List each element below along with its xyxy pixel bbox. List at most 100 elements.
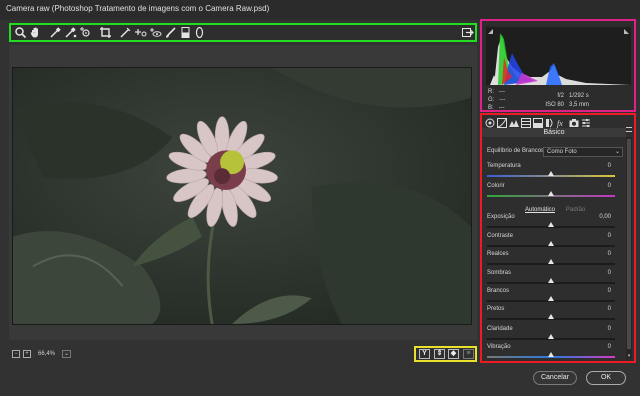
highlight-clipping-icon[interactable] — [624, 29, 629, 34]
color-sampler-icon[interactable] — [64, 26, 77, 39]
slider-thumb[interactable] — [548, 314, 554, 319]
adjustment-row: Contraste 0 — [487, 233, 617, 253]
adjustment-label: Colorir — [487, 183, 505, 189]
spot-removal-icon[interactable] — [134, 26, 147, 39]
graduated-filter-icon[interactable] — [179, 26, 192, 39]
export-icon[interactable] — [461, 26, 474, 39]
adjustment-value[interactable]: 0 — [608, 163, 611, 169]
radial-filter-icon[interactable] — [193, 26, 206, 39]
panel-menu-icon[interactable] — [626, 127, 632, 132]
slider-thumb[interactable] — [548, 191, 554, 196]
slider-thumb[interactable] — [548, 296, 554, 301]
default-link[interactable]: Padrão — [566, 207, 585, 213]
camera-calibration-tab-icon[interactable] — [569, 118, 579, 128]
adjustment-value[interactable]: 0 — [608, 233, 611, 239]
zoom-icon[interactable] — [14, 26, 27, 39]
adjustment-row: Brancos 0 — [487, 288, 617, 308]
slider-thumb[interactable] — [548, 241, 554, 246]
histogram — [486, 27, 631, 85]
straighten-icon[interactable] — [119, 26, 132, 39]
lens-corrections-tab-icon[interactable] — [545, 118, 555, 128]
adjustment-value[interactable]: 0,00 — [599, 214, 611, 220]
adjustment-value[interactable]: 0 — [608, 288, 611, 294]
swap-settings-icon[interactable]: ⇕ — [434, 349, 445, 359]
chevron-down-icon: ⌄ — [614, 149, 620, 155]
adjustment-value[interactable]: 0 — [608, 306, 611, 312]
adjustment-value[interactable]: 0 — [608, 344, 611, 350]
zoom-dropdown-icon[interactable]: ⌄ — [62, 350, 71, 358]
slider-thumb[interactable] — [548, 352, 554, 357]
adjustment-label: Claridade — [487, 326, 513, 332]
adjustment-row: Colorir 0 — [487, 183, 617, 203]
detail-tab-icon[interactable] — [509, 118, 519, 128]
aperture: f/2 — [557, 93, 564, 99]
effects-tab-icon[interactable]: fx — [557, 118, 567, 128]
adjustment-label: Brancos — [487, 288, 510, 294]
slider-thumb[interactable] — [548, 222, 554, 227]
adjustment-label: Pretos — [487, 306, 505, 312]
before-after-toggle-icon[interactable]: Y — [419, 349, 430, 359]
camera-info: f/2 1/292 s ISO 80 3,5 mm — [538, 92, 589, 110]
ok-button[interactable]: OK — [586, 371, 626, 385]
adjustment-value[interactable]: 0 — [608, 183, 611, 189]
adjustments-panel: fx Básico Equilíbrio de Brancos: Como Fo… — [480, 113, 636, 363]
histogram-panel: R: --- G: --- B: --- f/2 1/292 s ISO 80 … — [480, 19, 636, 112]
toolbar — [9, 23, 477, 42]
adjustment-row: Vibração 0 — [487, 344, 617, 364]
adjustment-row: Realces 0 — [487, 251, 617, 271]
g-value: --- — [499, 97, 506, 103]
slider-thumb[interactable] — [548, 171, 554, 176]
b-value: --- — [498, 105, 505, 111]
b-label: B: — [488, 105, 494, 111]
hand-icon[interactable] — [29, 26, 42, 39]
tone-curve-tab-icon[interactable] — [497, 118, 507, 128]
copy-settings-icon[interactable]: ◆ — [448, 349, 459, 359]
adjustment-value[interactable]: 0 — [608, 326, 611, 332]
adjustment-row: Claridade 0 — [487, 326, 617, 346]
white-balance-row: Equilíbrio de Brancos: Como Foto ⌄ — [487, 147, 627, 157]
zoom-out-button[interactable]: − — [12, 350, 20, 358]
title-bar: Camera raw (Photoshop Tratamento de imag… — [0, 0, 640, 20]
section-title: Básico — [482, 128, 626, 137]
rgb-readout: R: --- G: --- B: --- — [488, 88, 505, 112]
presets-tab-icon[interactable] — [581, 118, 591, 128]
scroll-thumb[interactable] — [627, 139, 631, 349]
adjustment-label: Sombras — [487, 270, 512, 276]
iso: ISO 80 — [545, 102, 564, 108]
adjustment-label: Realces — [487, 251, 509, 257]
shutter-speed: 1/292 s — [569, 93, 589, 99]
window-title: Camera raw (Photoshop Tratamento de imag… — [6, 4, 270, 13]
hsl-tab-icon[interactable] — [521, 118, 531, 128]
adjustment-value[interactable]: 0 — [608, 270, 611, 276]
shadow-clipping-icon[interactable] — [488, 29, 493, 34]
red-eye-icon[interactable] — [149, 26, 162, 39]
panel-scrollbar[interactable]: ▾ — [626, 137, 632, 359]
toggle-default-icon[interactable]: ≡ — [463, 349, 474, 359]
slider-thumb[interactable] — [548, 334, 554, 339]
r-label: R: — [488, 89, 494, 95]
split-toning-tab-icon[interactable] — [533, 118, 543, 128]
image-preview[interactable] — [12, 67, 472, 325]
targeted-adjustment-icon[interactable] — [79, 26, 92, 39]
adjustment-label: Contraste — [487, 233, 514, 239]
adjustment-label: Vibração — [487, 344, 511, 350]
adjustment-value[interactable]: 0 — [608, 251, 611, 257]
zoom-in-button[interactable]: + — [23, 350, 31, 358]
slider-thumb[interactable] — [548, 259, 554, 264]
white-balance-select[interactable]: Como Foto ⌄ — [543, 147, 623, 157]
crop-icon[interactable] — [99, 26, 112, 39]
white-balance-icon[interactable] — [49, 26, 62, 39]
white-balance-label: Equilíbrio de Brancos: — [487, 148, 546, 154]
zoom-level: 66,4% — [38, 351, 56, 357]
adjustment-brush-icon[interactable] — [164, 26, 177, 39]
scroll-down-icon[interactable]: ▾ — [626, 353, 632, 359]
g-label: G: — [488, 97, 495, 103]
svg-text:fx: fx — [557, 119, 563, 128]
cancel-button[interactable]: Cancelar — [533, 371, 577, 385]
auto-link[interactable]: Automático — [525, 207, 555, 213]
basic-tab-icon[interactable] — [485, 118, 495, 128]
slider-thumb[interactable] — [548, 278, 554, 283]
adjustment-row: Exposição 0,00 — [487, 214, 617, 234]
view-mode-controls: Y ⇕ ◆ ≡ — [414, 346, 477, 362]
focal-length: 3,5 mm — [569, 102, 590, 108]
